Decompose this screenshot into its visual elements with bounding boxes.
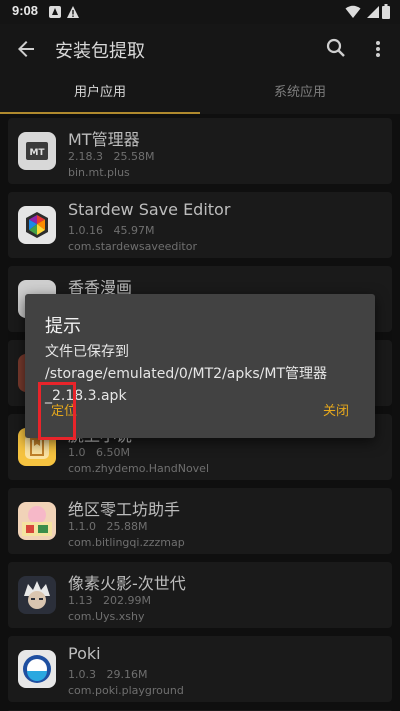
status-bar: 9:08 xyxy=(0,0,400,24)
tab-user-apps[interactable]: 用户应用 xyxy=(0,74,200,114)
wifi-icon xyxy=(345,5,361,18)
zzz-workshop-app-icon xyxy=(18,502,56,540)
app-name: Stardew Save Editor xyxy=(68,200,231,219)
list-item[interactable]: 绝区零工坊助手 1.1.0 25.88M com.bitlingqi.zzzma… xyxy=(8,488,392,554)
list-item[interactable]: Stardew Save Editor 1.0.16 45.97M com.st… xyxy=(8,192,392,258)
highlight-annotation-box xyxy=(38,382,76,440)
search-icon[interactable] xyxy=(324,36,348,60)
app-meta: 2.18.3 25.58M xyxy=(68,150,155,163)
app-package: com.bitlingqi.zzzmap xyxy=(68,536,185,549)
app-package: com.stardewsaveeditor xyxy=(68,240,197,253)
android-icon xyxy=(49,6,61,18)
app-meta: 1.0.16 45.97M xyxy=(68,224,155,237)
list-item[interactable]: Poki 1.0.3 29.16M com.poki.playground xyxy=(8,636,392,702)
tab-indicator xyxy=(0,112,200,114)
app-name: Poki xyxy=(68,644,101,663)
app-meta: 1.0 6.50M xyxy=(68,446,130,459)
poki-app-icon xyxy=(18,650,56,688)
close-button[interactable]: 关闭 xyxy=(323,400,349,419)
app-package: com.zhydemo.HandNovel xyxy=(68,462,210,475)
app-bar: 安装包提取 xyxy=(0,24,400,74)
dialog-message: 文件已保存到 /storage/emulated/0/MT2/apks/MT管理… xyxy=(45,344,328,404)
save-location-dialog: 提示 文件已保存到 /storage/emulated/0/MT2/apks/M… xyxy=(25,294,375,438)
status-time: 9:08 xyxy=(12,3,39,18)
app-package: com.poki.playground xyxy=(68,684,184,697)
app-name: MT管理器 xyxy=(68,130,140,149)
tab-bar: 用户应用 系统应用 xyxy=(0,74,400,114)
app-name: 绝区零工坊助手 xyxy=(68,500,181,519)
page-title: 安装包提取 xyxy=(55,41,145,62)
more-vert-icon[interactable] xyxy=(370,37,386,61)
svg-text:MT: MT xyxy=(29,148,45,158)
app-meta: 1.0.3 29.16M xyxy=(68,668,148,681)
app-meta: 1.1.0 25.88M xyxy=(68,520,148,533)
pixel-naruto-app-icon xyxy=(18,576,56,614)
list-item[interactable]: MT MT管理器 2.18.3 25.58M bin.mt.plus xyxy=(8,118,392,184)
tab-system-apps[interactable]: 系统应用 xyxy=(200,74,400,114)
mt-manager-app-icon: MT xyxy=(18,132,56,170)
dialog-title: 提示 xyxy=(45,316,81,337)
warning-icon xyxy=(67,6,79,18)
app-name: 像素火影-次世代 xyxy=(68,574,186,593)
list-item[interactable]: 像素火影-次世代 1.13 202.99M com.Uys.xshy xyxy=(8,562,392,628)
app-package: bin.mt.plus xyxy=(68,166,130,179)
battery-icon xyxy=(382,4,390,19)
stardew-save-editor-app-icon xyxy=(18,206,56,244)
signal-icon xyxy=(367,6,379,18)
back-arrow-icon[interactable] xyxy=(14,37,38,61)
app-package: com.Uys.xshy xyxy=(68,610,145,623)
app-meta: 1.13 202.99M xyxy=(68,594,151,607)
